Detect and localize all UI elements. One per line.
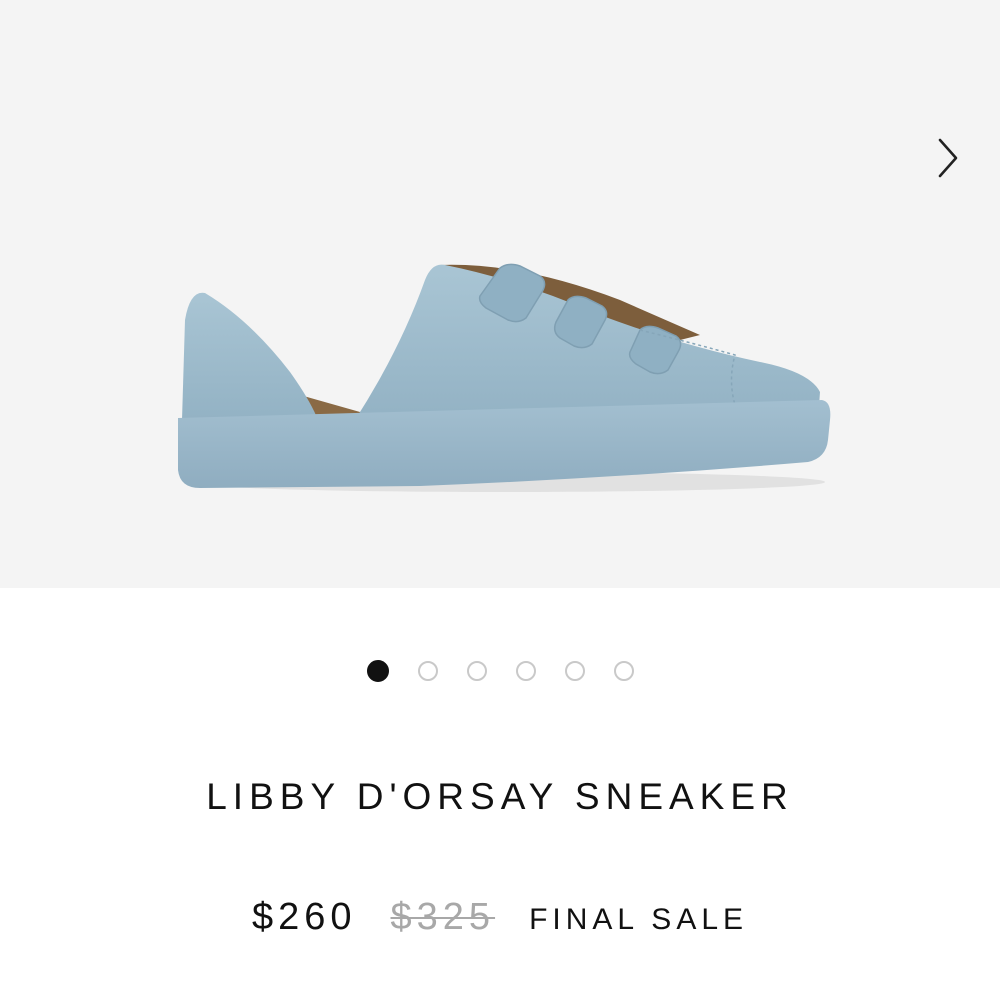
next-image-button[interactable] [920, 128, 976, 188]
carousel-dot[interactable] [564, 661, 585, 681]
original-price: $325 [390, 896, 496, 938]
carousel-dot[interactable] [613, 661, 634, 681]
product-gallery[interactable] [0, 0, 1000, 588]
carousel-dot[interactable] [466, 661, 487, 681]
final-sale-badge: FINAL SALE [529, 903, 749, 936]
chevron-right-icon [938, 138, 958, 178]
carousel-dot[interactable] [515, 661, 536, 681]
product-image [178, 263, 831, 492]
price-row: $260 $325 FINAL SALE [0, 896, 1000, 939]
carousel-dot[interactable] [366, 660, 389, 682]
carousel-dot[interactable] [417, 661, 438, 681]
carousel-dots [0, 660, 1000, 685]
sale-price: $260 [251, 896, 357, 938]
product-title: LIBBY D'ORSAY SNEAKER [206, 776, 794, 817]
